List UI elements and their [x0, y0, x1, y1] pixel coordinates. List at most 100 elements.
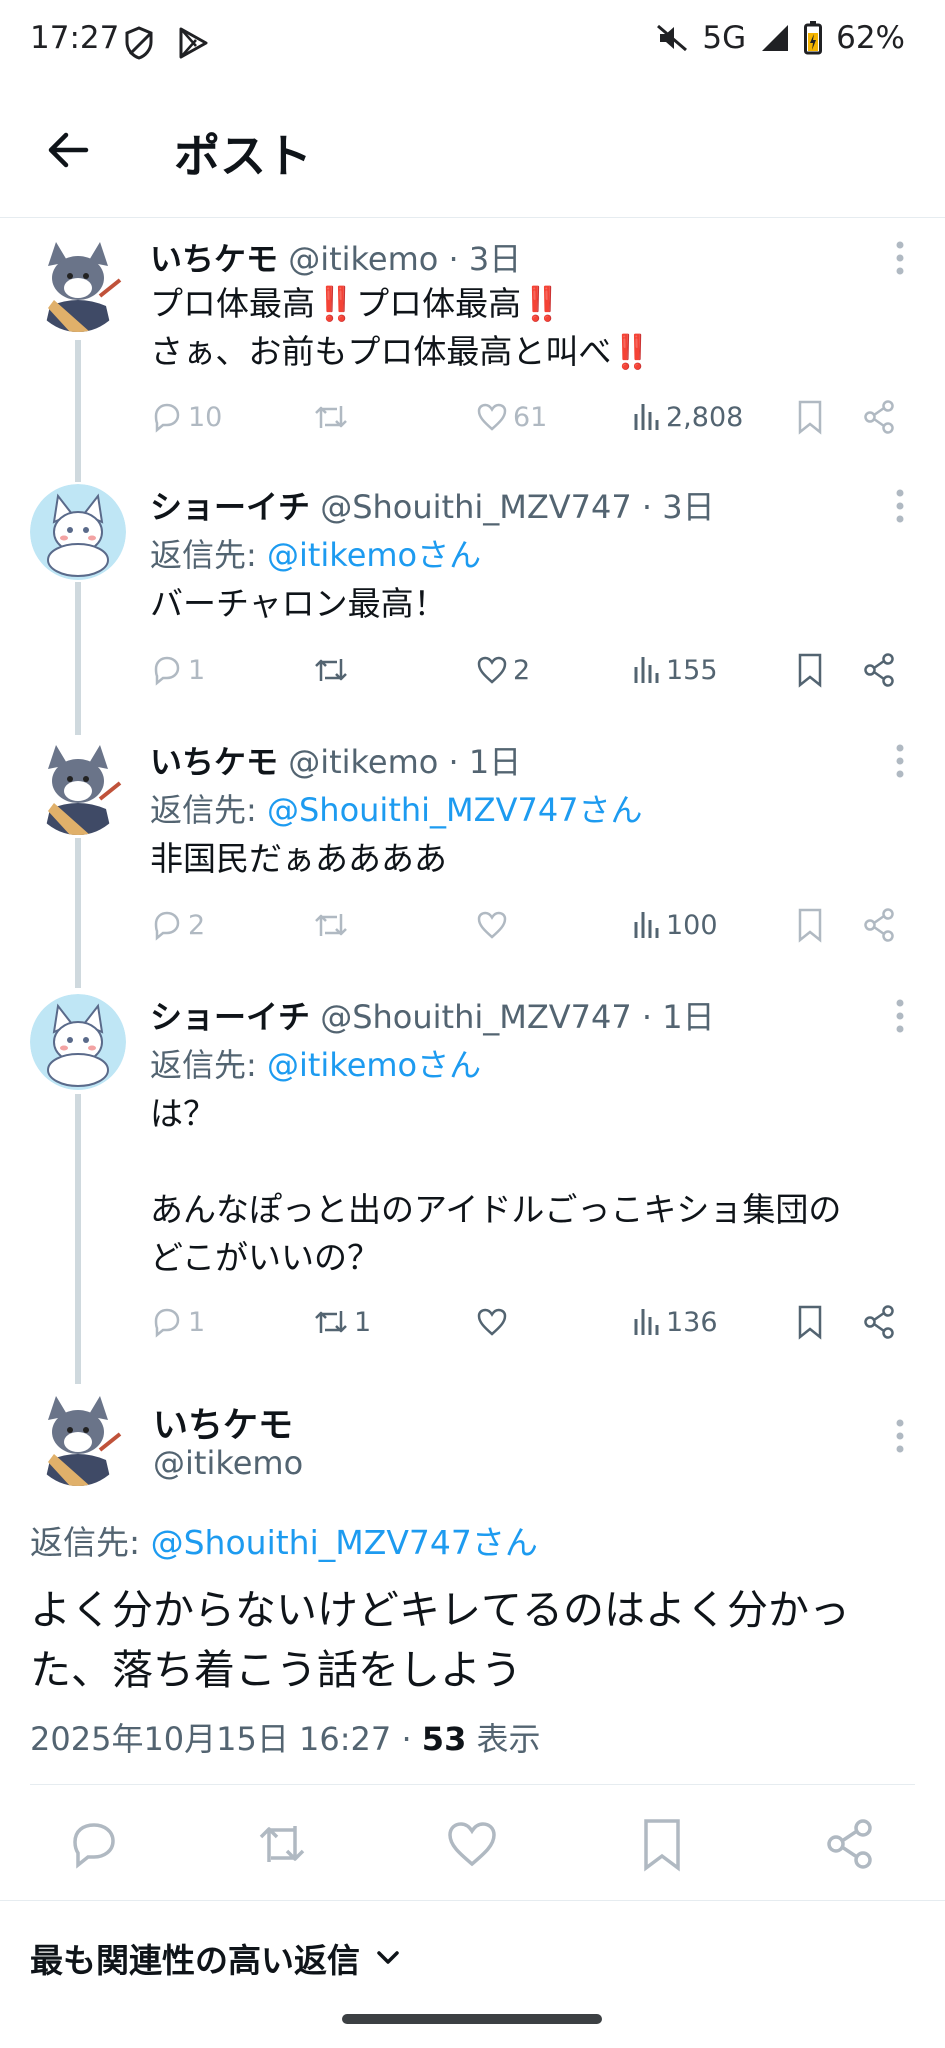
reply-to-line: 返信先: @itikemoさん [150, 536, 482, 574]
more-options-icon[interactable] [895, 998, 905, 1034]
author-name[interactable]: ショーイチ [150, 488, 310, 526]
heart-icon [477, 911, 507, 939]
share-icon[interactable] [862, 907, 896, 943]
author-name[interactable]: いちケモ [150, 743, 278, 781]
reply-button[interactable]: 1 [150, 1300, 205, 1344]
share-icon[interactable] [822, 1816, 878, 1872]
views-chart-icon [634, 404, 659, 430]
reply-icon [154, 1308, 180, 1338]
reply-count: 1 [188, 1306, 206, 1338]
reply-count: 1 [188, 654, 206, 686]
share-icon[interactable] [862, 1304, 896, 1340]
mute-icon [657, 24, 688, 52]
post-time: · 1日 [641, 998, 715, 1036]
more-options-icon[interactable] [895, 743, 905, 779]
bookmark-icon[interactable] [795, 1304, 825, 1340]
fox-avatar-icon [30, 994, 126, 1090]
view-count: 2,808 [666, 401, 744, 433]
heart-icon[interactable] [444, 1816, 500, 1872]
back-arrow-icon[interactable] [42, 124, 94, 176]
battery-icon [804, 21, 823, 55]
avatar[interactable] [30, 739, 126, 835]
post-actions [0, 1816, 945, 1872]
more-options-icon[interactable] [895, 240, 905, 276]
author-handle[interactable]: @itikemo [153, 1444, 303, 1482]
author-handle[interactable]: @itikemo [288, 240, 438, 278]
like-button[interactable] [475, 1300, 513, 1344]
author-handle[interactable]: @Shouithi_MZV747 [320, 998, 632, 1036]
reply-sort-dropdown[interactable]: 最も関連性の高い返信 [30, 1934, 402, 1982]
reply-to-link[interactable]: @Shouithi_MZV747さん [151, 1523, 538, 1562]
post-time: · 3日 [448, 240, 522, 278]
bookmark-icon[interactable] [795, 399, 825, 435]
gesture-navigation-bar[interactable] [342, 2014, 602, 2024]
post-text: は？ あんなぽっと出のアイドルごっこキショ集団の どこがいいの？ [150, 1094, 842, 1277]
post-actions: 10 61 2,808 [150, 395, 910, 439]
heart-icon [477, 656, 507, 684]
repost-button[interactable] [312, 903, 354, 947]
view-count: 155 [666, 654, 718, 686]
share-icon[interactable] [862, 652, 896, 688]
reply-icon [154, 911, 180, 941]
heart-icon [477, 403, 507, 431]
like-count: 2 [513, 654, 531, 686]
heart-icon [477, 1308, 507, 1336]
reply-to-link[interactable]: @itikemoさん [267, 1046, 481, 1084]
avatar[interactable] [30, 484, 126, 580]
status-bar: 17:27 5G 62% [0, 0, 945, 84]
reply-button[interactable]: 1 [150, 648, 205, 692]
avatar[interactable] [30, 994, 126, 1090]
more-options-icon[interactable] [895, 488, 905, 524]
thread-line [75, 340, 81, 482]
views-button[interactable]: 100 [632, 903, 718, 947]
repost-button[interactable]: 1 [312, 1300, 371, 1344]
view-count: 136 [666, 1306, 718, 1338]
page-title: ポスト [174, 129, 312, 183]
chevron-down-icon [377, 1951, 399, 1964]
repost-icon[interactable] [254, 1816, 310, 1872]
fox-avatar-icon [30, 484, 126, 580]
post-text: プロ体最高‼️プロ体最高‼️ さぁ、お前もプロ体最高と叫べ‼️ [150, 284, 653, 371]
reply-button[interactable]: 2 [150, 903, 205, 947]
repost-icon [315, 1311, 347, 1333]
views-chart-icon [634, 657, 659, 683]
author-name[interactable]: ショーイチ [150, 998, 310, 1036]
share-icon[interactable] [862, 399, 896, 435]
post-actions: 1 1 136 [150, 1300, 910, 1344]
reply-to-line: 返信先: @Shouithi_MZV747さん [150, 791, 643, 829]
bookmark-icon[interactable] [795, 652, 825, 688]
bookmark-icon[interactable] [795, 907, 825, 943]
post-actions: 1 2 155 [150, 648, 910, 692]
author-name[interactable]: いちケモ [153, 1397, 293, 1448]
reply-to-link[interactable]: @itikemoさん [267, 536, 481, 574]
top-app-bar: ポスト [0, 84, 945, 218]
reply-to-line: 返信先: @Shouithi_MZV747さん [30, 1523, 538, 1562]
divider [30, 1784, 915, 1785]
views-label: 表示 [466, 1720, 541, 1758]
reply-to-link[interactable]: @Shouithi_MZV747さん [267, 791, 643, 829]
reply-sort-label: 最も関連性の高い返信 [30, 1941, 360, 1980]
reply-button[interactable]: 10 [150, 395, 222, 439]
like-button[interactable] [475, 903, 513, 947]
views-button[interactable]: 155 [632, 648, 718, 692]
repost-icon [315, 406, 347, 428]
views-button[interactable]: 136 [632, 1300, 718, 1344]
repost-button[interactable] [312, 648, 354, 692]
author-handle[interactable]: @itikemo [288, 743, 438, 781]
author-handle[interactable]: @Shouithi_MZV747 [320, 488, 632, 526]
divider [0, 1900, 945, 1901]
avatar[interactable] [30, 236, 126, 332]
author-name[interactable]: いちケモ [150, 240, 278, 278]
reply-icon[interactable] [66, 1816, 122, 1872]
more-options-icon[interactable] [895, 1418, 905, 1454]
repost-button[interactable] [312, 395, 354, 439]
post-time: · 1日 [448, 743, 522, 781]
shield-icon [125, 26, 153, 60]
avatar[interactable] [30, 1390, 126, 1486]
bookmark-icon[interactable] [634, 1816, 690, 1872]
post-timestamp: 2025年10月15日 16:27 · [30, 1720, 422, 1758]
views-button[interactable]: 2,808 [632, 395, 743, 439]
thread-line [75, 582, 81, 735]
like-button[interactable]: 2 [475, 648, 530, 692]
like-button[interactable]: 61 [475, 395, 547, 439]
